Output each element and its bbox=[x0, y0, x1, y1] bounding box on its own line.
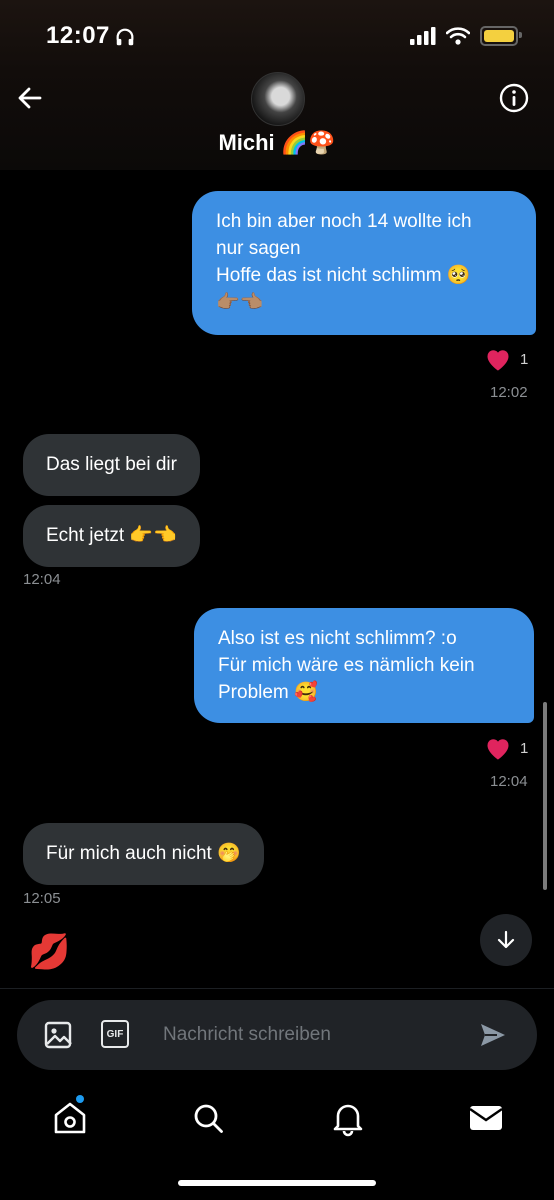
wifi-icon bbox=[446, 27, 470, 45]
battery-icon bbox=[480, 26, 522, 46]
cellular-signal-icon bbox=[410, 27, 436, 45]
info-icon[interactable] bbox=[498, 82, 530, 114]
bell-icon[interactable] bbox=[328, 1098, 368, 1138]
status-bar: 12:07 bbox=[0, 0, 554, 70]
message-text: Das liegt bei dir bbox=[46, 454, 177, 475]
message-text-line: Für mich wäre es nämlich kein bbox=[218, 655, 475, 676]
status-time: 12:07 bbox=[46, 22, 110, 49]
message-text: Echt jetzt 👉👈 bbox=[46, 525, 177, 546]
message-timestamp: 12:05 bbox=[23, 890, 61, 907]
message-timestamp: 12:04 bbox=[490, 773, 528, 790]
divider bbox=[0, 988, 554, 989]
message-bubble-outgoing[interactable]: Ich bin aber noch 14 wollte ich nur sage… bbox=[192, 191, 536, 335]
message-text-line: Also ist es nicht schlimm? :o bbox=[218, 628, 457, 649]
message-bubble-incoming[interactable]: Das liegt bei dir bbox=[23, 434, 200, 496]
message-timestamp: 12:02 bbox=[490, 384, 528, 401]
send-icon[interactable] bbox=[479, 1022, 507, 1048]
message-bubble-incoming[interactable]: Für mich auch nicht 🤭 bbox=[23, 823, 264, 885]
reaction-row[interactable]: 1 bbox=[484, 346, 528, 372]
conversation-title[interactable]: Michi 🌈🍄 bbox=[0, 130, 554, 156]
message-input[interactable]: Nachricht schreiben bbox=[163, 1024, 331, 1046]
message-text-line: Problem 🥰 bbox=[218, 682, 318, 703]
arrow-down-icon bbox=[497, 930, 515, 949]
message-emoji[interactable]: 💋 bbox=[28, 932, 70, 972]
message-bubble-incoming[interactable]: Echt jetzt 👉👈 bbox=[23, 505, 200, 567]
message-text-line: Hoffe das ist nicht schlimm 🥺 bbox=[216, 265, 471, 286]
reaction-count: 1 bbox=[520, 739, 529, 757]
headphones-icon bbox=[116, 28, 134, 46]
scroll-to-bottom-button[interactable] bbox=[480, 914, 532, 966]
mail-icon[interactable] bbox=[466, 1098, 506, 1138]
gif-icon[interactable]: GIF bbox=[101, 1020, 129, 1048]
message-text: Für mich auch nicht 🤭 bbox=[46, 843, 241, 864]
image-icon[interactable] bbox=[43, 1020, 73, 1050]
arrow-left-icon[interactable] bbox=[14, 82, 46, 114]
scrollbar[interactable] bbox=[543, 702, 547, 890]
message-text-line: nur sagen bbox=[216, 238, 301, 259]
message-text-line: Ich bin aber noch 14 wollte ich bbox=[216, 211, 472, 232]
message-bubble-outgoing[interactable]: Also ist es nicht schlimm? :o Für mich w… bbox=[194, 608, 534, 723]
reaction-row[interactable]: 1 bbox=[484, 735, 528, 761]
home-indicator bbox=[178, 1180, 376, 1186]
notification-dot bbox=[76, 1095, 84, 1103]
heart-icon bbox=[487, 739, 509, 760]
message-composer: GIF Nachricht schreiben bbox=[17, 1000, 537, 1070]
avatar[interactable] bbox=[251, 72, 305, 126]
message-text-line: 👉🏽👈🏽 bbox=[216, 292, 264, 313]
home-icon[interactable] bbox=[50, 1098, 90, 1138]
status-icons bbox=[410, 26, 522, 46]
message-timestamp: 12:04 bbox=[23, 571, 61, 588]
reaction-count: 1 bbox=[520, 350, 529, 368]
gif-label: GIF bbox=[106, 1028, 124, 1040]
heart-icon bbox=[487, 350, 509, 371]
search-icon[interactable] bbox=[188, 1098, 228, 1138]
